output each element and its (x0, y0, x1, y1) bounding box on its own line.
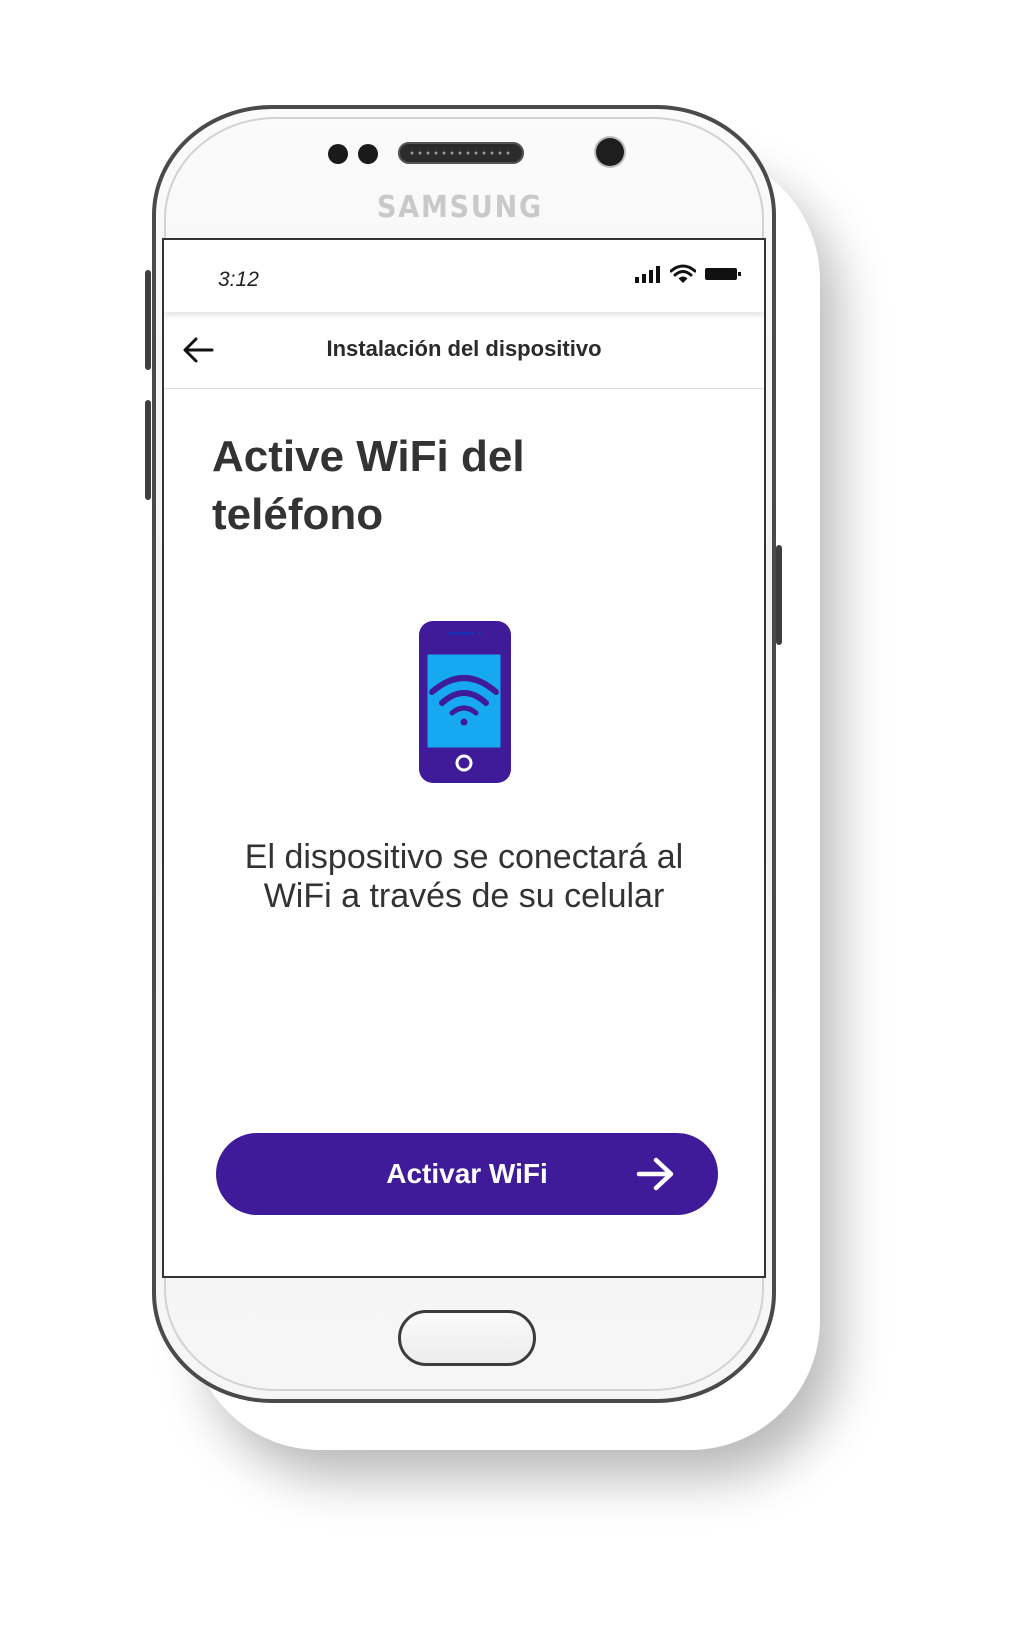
volume-up-button (145, 270, 151, 370)
proximity-sensor (328, 144, 348, 164)
status-bar: 3:12 (164, 240, 764, 312)
signal-icon (635, 266, 660, 283)
page-title: Active WiFi del teléfono (212, 432, 525, 539)
device-brand-logo: SAMSUNG (377, 190, 543, 225)
description-text: El dispositivo se conectará al WiFi a tr… (244, 838, 684, 915)
stage: SAMSUNG 3:12 Instalación del dispositivo… (0, 0, 1026, 1628)
activate-wifi-label: Activar WiFi (386, 1158, 548, 1189)
arrow-left-icon (183, 337, 214, 363)
front-camera (596, 138, 624, 166)
activate-wifi-button[interactable]: Activar WiFi (216, 1133, 718, 1215)
app-header: Instalación del dispositivo (164, 312, 764, 389)
power-button (776, 545, 782, 645)
phone-wifi-icon (419, 621, 511, 783)
wifi-icon (670, 264, 696, 283)
battery-icon (705, 268, 741, 280)
status-time: 3:12 (218, 268, 259, 291)
volume-down-button (145, 400, 151, 500)
earpiece-speaker (398, 142, 524, 164)
light-sensor (358, 144, 378, 164)
arrow-right-icon (636, 1157, 674, 1191)
header-title: Instalación del dispositivo (326, 336, 602, 361)
phone-screen: 3:12 Instalación del dispositivo Active … (162, 238, 766, 1278)
status-icons (634, 264, 742, 284)
back-button[interactable] (180, 332, 216, 368)
home-button[interactable] (398, 1310, 536, 1366)
